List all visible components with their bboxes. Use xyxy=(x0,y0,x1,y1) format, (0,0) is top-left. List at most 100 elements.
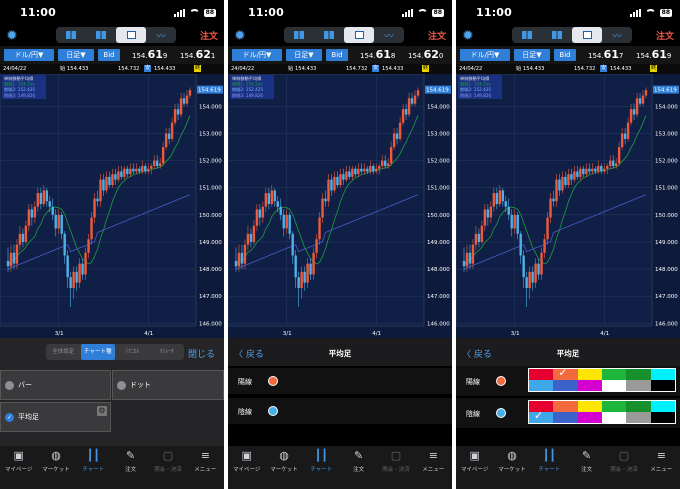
color-swatch[interactable] xyxy=(650,380,675,391)
segment-chart-type[interactable]: チャート種 xyxy=(80,344,115,360)
option-average[interactable]: ✓ 平均足 ⚙ xyxy=(0,402,111,432)
tab-single-layout[interactable] xyxy=(572,27,602,43)
currency-pair-button[interactable]: ドル/円▼ xyxy=(4,49,54,61)
tab-single-layout[interactable] xyxy=(116,27,146,43)
option-dot[interactable]: ドット xyxy=(112,370,224,400)
candlestick-chart[interactable]: 154.000 153.000 152.000 151.000 150.000 149.0… xyxy=(228,74,452,338)
battery-icon: 88 xyxy=(431,9,444,17)
nav-market[interactable]: ◍ マーケット xyxy=(265,446,302,489)
bear-color-row[interactable]: 陰線 xyxy=(456,398,680,428)
tab-trend[interactable]: 〰 xyxy=(602,27,632,43)
tab-grid-layout[interactable] xyxy=(284,27,314,43)
candle-body xyxy=(237,252,241,267)
color-swatch[interactable] xyxy=(650,369,675,380)
bull-color-palette[interactable] xyxy=(528,366,676,392)
order-link[interactable]: 注文 xyxy=(656,29,674,42)
bear-color-swatch[interactable] xyxy=(268,406,278,416)
tab-trend[interactable]: 〰 xyxy=(374,27,404,43)
list-icon xyxy=(552,31,562,39)
nav-order[interactable]: ✎ 注文 xyxy=(568,446,605,489)
candle-body xyxy=(594,168,597,172)
currency-pair-button[interactable]: ドル/円▼ xyxy=(460,49,510,61)
color-swatch[interactable] xyxy=(626,412,651,423)
tab-trend[interactable]: 〰 xyxy=(146,27,176,43)
color-swatch[interactable] xyxy=(602,401,627,412)
period-button[interactable]: 日足▼ xyxy=(286,49,322,61)
color-swatch[interactable] xyxy=(577,412,602,423)
nav-order[interactable]: ✎ 注文 xyxy=(340,446,377,489)
segment-general[interactable]: 全体設定 xyxy=(46,344,81,360)
color-swatch[interactable] xyxy=(553,380,578,391)
bid-ask-button[interactable]: Bid xyxy=(326,49,348,61)
segment-technical[interactable]: ﾃｸﾆｶﾙ xyxy=(115,344,150,360)
nav-market[interactable]: ◍ マーケット xyxy=(37,446,74,489)
nav-chart[interactable]: ┃┃ チャート xyxy=(303,446,340,489)
gear-icon[interactable]: ✹ xyxy=(462,28,474,44)
bear-color-row[interactable]: 陰線 xyxy=(228,398,452,424)
nav-mypage[interactable]: ▣ マイページ xyxy=(456,446,493,489)
bear-color-swatch[interactable] xyxy=(496,408,506,418)
low-value: 154.433 xyxy=(154,66,176,72)
candle-body xyxy=(150,166,153,169)
period-button[interactable]: 日足▼ xyxy=(58,49,94,61)
segment-oscillator[interactable]: ｵｼﾚｰﾀ xyxy=(150,344,185,360)
tab-list-layout[interactable] xyxy=(314,27,344,43)
gear-icon[interactable]: ✹ xyxy=(6,28,18,44)
candlestick-chart[interactable]: 154.000 153.000 152.000 151.000 150.000 149.0… xyxy=(456,74,680,338)
color-swatch[interactable] xyxy=(650,401,675,412)
nav-mypage[interactable]: ▣ マイページ xyxy=(0,446,37,489)
option-bar[interactable]: バー xyxy=(0,370,111,400)
order-link[interactable]: 注文 xyxy=(428,29,446,42)
tab-list-layout[interactable] xyxy=(542,27,572,43)
period-button[interactable]: 日足▼ xyxy=(514,49,550,61)
bid-ask-button[interactable]: Bid xyxy=(554,49,576,61)
bull-color-swatch[interactable] xyxy=(496,376,506,386)
color-swatch[interactable] xyxy=(553,401,578,412)
nav-chart[interactable]: ┃┃ チャート xyxy=(531,446,568,489)
bear-color-palette[interactable] xyxy=(528,400,676,424)
bull-color-row[interactable]: 陽線 xyxy=(456,366,680,396)
settings-gear-icon[interactable]: ⚙ xyxy=(97,406,107,416)
nav-menu[interactable]: ≡ メニュー xyxy=(187,446,224,489)
nav-inquiry[interactable]: ▢ 照会・決済 xyxy=(149,446,186,489)
order-link[interactable]: 注文 xyxy=(200,29,218,42)
color-swatch[interactable] xyxy=(650,412,675,423)
bid-ask-button[interactable]: Bid xyxy=(98,49,120,61)
nav-chart[interactable]: ┃┃ チャート xyxy=(75,446,112,489)
color-swatch[interactable] xyxy=(577,380,602,391)
color-swatch[interactable] xyxy=(529,369,554,380)
color-swatch[interactable] xyxy=(529,380,554,391)
color-swatch[interactable] xyxy=(602,380,627,391)
color-swatch[interactable] xyxy=(602,412,627,423)
nav-market[interactable]: ◍ マーケット xyxy=(493,446,530,489)
nav-order[interactable]: ✎ 注文 xyxy=(112,446,149,489)
candlestick-chart[interactable]: 154.000 153.000 152.000 151.000 150.000 149.0… xyxy=(0,74,224,338)
tab-single-layout[interactable] xyxy=(344,27,374,43)
tab-list-layout[interactable] xyxy=(86,27,116,43)
color-swatch[interactable] xyxy=(577,401,602,412)
nav-mypage[interactable]: ▣ マイページ xyxy=(228,446,265,489)
nav-inquiry[interactable]: ▢ 照会・決済 xyxy=(605,446,642,489)
color-swatch[interactable] xyxy=(626,380,651,391)
color-swatch[interactable] xyxy=(626,401,651,412)
color-swatch[interactable] xyxy=(602,369,627,380)
nav-menu[interactable]: ≡ メニュー xyxy=(643,446,680,489)
nav-inquiry[interactable]: ▢ 照会・決済 xyxy=(377,446,414,489)
candle-body xyxy=(279,206,282,215)
color-swatch[interactable] xyxy=(529,409,554,423)
gear-icon[interactable]: ✹ xyxy=(234,28,246,44)
ask-price-int: 154. xyxy=(636,52,652,60)
bull-color-row[interactable]: 陽線 xyxy=(228,368,452,394)
color-swatch[interactable] xyxy=(553,366,578,380)
tab-grid-layout[interactable] xyxy=(512,27,542,43)
color-swatch[interactable] xyxy=(577,369,602,380)
nav-menu[interactable]: ≡ メニュー xyxy=(415,446,452,489)
bull-color-swatch[interactable] xyxy=(268,376,278,386)
wifi-icon xyxy=(188,9,200,17)
tab-grid-layout[interactable] xyxy=(56,27,86,43)
close-button[interactable]: 閉じる xyxy=(188,347,215,360)
color-swatch[interactable] xyxy=(626,369,651,380)
candle-body xyxy=(342,174,345,180)
color-swatch[interactable] xyxy=(553,412,578,423)
currency-pair-button[interactable]: ドル/円▼ xyxy=(232,49,282,61)
